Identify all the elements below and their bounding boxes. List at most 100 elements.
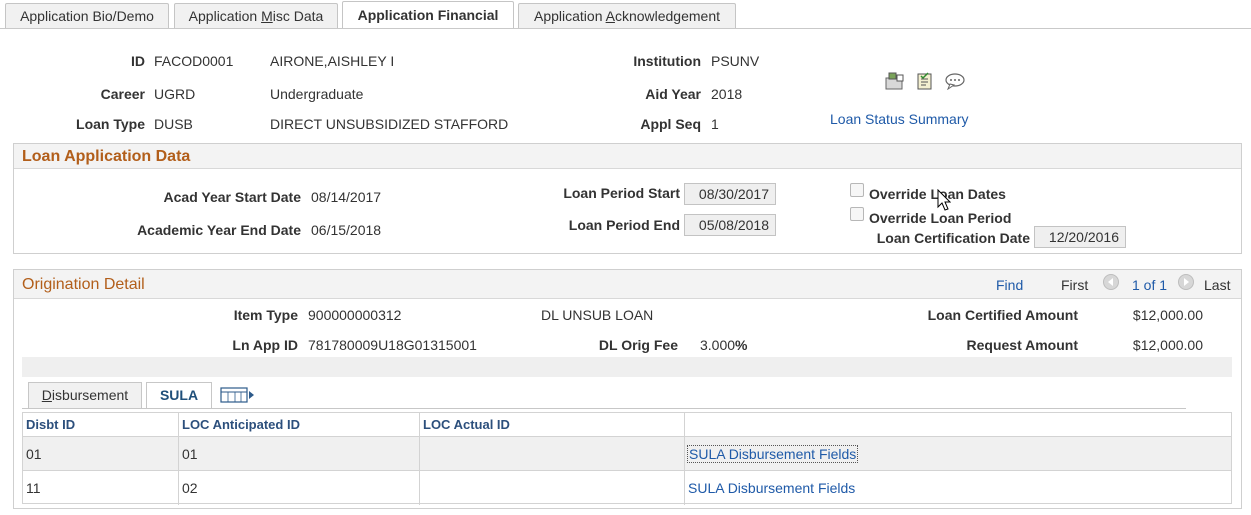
- orig-fee-unit: %: [735, 337, 748, 353]
- tab-misc-label-b: M: [261, 8, 273, 24]
- aid-year-label: Aid Year: [645, 86, 701, 102]
- loan-type-desc: DIRECT UNSUBSIDIZED STAFFORD: [270, 116, 509, 132]
- comment-icon[interactable]: [944, 72, 966, 90]
- pager-text: 1 of 1: [1132, 277, 1168, 293]
- sula-disbursement-fields-link[interactable]: SULA Disbursement Fields: [688, 480, 855, 496]
- career-desc: Undergraduate: [270, 86, 364, 102]
- tab-ack-label-a: Application: [533, 8, 606, 24]
- institution-label: Institution: [633, 53, 701, 69]
- cert-amount-label: Loan Certified Amount: [927, 307, 1078, 323]
- col-loc-anticipated-label: LOC Anticipated ID: [182, 417, 300, 432]
- item-type-desc: DL UNSUB LOAN: [541, 307, 654, 323]
- cell-disbt-id: 11: [23, 471, 179, 505]
- mouse-cursor-icon: [937, 189, 951, 211]
- page-tab-bar: Application Bio/Demo Application Misc Da…: [0, 0, 1251, 30]
- cell-loc-actual: [420, 471, 685, 505]
- cert-date-label: Loan Certification Date: [876, 230, 1030, 246]
- section-separator: [22, 357, 1232, 377]
- appl-seq-label: Appl Seq: [640, 116, 701, 132]
- period-start-label: Loan Period Start: [563, 185, 680, 201]
- tab-misc-label-c: isc Data: [272, 8, 324, 24]
- acad-start-label: Acad Year Start Date: [163, 189, 301, 205]
- tab-ack-label-b: A: [605, 8, 615, 24]
- request-amount-value: $12,000.00: [1132, 337, 1203, 353]
- loan-cert-date-field[interactable]: 12/20/2016: [1034, 226, 1126, 248]
- tab-acknowledgement[interactable]: Application Acknowledgement: [518, 3, 736, 29]
- show-all-columns-icon[interactable]: [220, 386, 256, 404]
- tab-financial[interactable]: Application Financial: [342, 1, 514, 29]
- table-row: 11 02 SULA Disbursement Fields: [23, 471, 1231, 505]
- col-disbt-id[interactable]: Disbt ID: [23, 413, 179, 436]
- orig-fee-label: DL Orig Fee: [598, 337, 678, 353]
- subtab-baseline: [22, 408, 1186, 409]
- appl-seq-value: 1: [711, 116, 719, 132]
- ln-app-id-label: Ln App ID: [232, 337, 298, 353]
- student-name: AIRONE,AISHLEY I: [270, 53, 395, 69]
- organizer-icon[interactable]: [885, 72, 905, 90]
- career-label: Career: [100, 86, 145, 102]
- override-loan-period-checkbox[interactable]: [850, 207, 864, 221]
- request-amount-label: Request Amount: [966, 337, 1078, 353]
- tab-bio-demo[interactable]: Application Bio/Demo: [5, 3, 169, 29]
- loan-period-end-field[interactable]: 05/08/2018: [684, 214, 776, 236]
- sula-grid: Disbt ID LOC Anticipated ID LOC Actual I…: [22, 412, 1232, 505]
- acad-start-value: 08/14/2017: [311, 189, 382, 205]
- last-label: Last: [1204, 277, 1231, 293]
- item-type-value: 900000000312: [308, 307, 402, 323]
- sula-disbursement-fields-link[interactable]: SULA Disbursement Fields: [687, 445, 859, 463]
- id-value: FACOD0001: [154, 53, 234, 69]
- orig-fee-value: 3.000%: [700, 337, 748, 353]
- cell-loc-actual: [420, 437, 685, 470]
- loan-application-title: Loan Application Data: [22, 148, 191, 165]
- subtab-sula-label: SULA: [159, 387, 199, 403]
- col-loc-anticipated-id[interactable]: LOC Anticipated ID: [179, 413, 420, 436]
- ln-app-id-value: 781780009U18G01315001: [308, 337, 477, 353]
- item-type-label: Item Type: [233, 307, 298, 323]
- cell-loc-anticipated: 01: [179, 437, 420, 470]
- loan-status-summary-link[interactable]: Loan Status Summary: [830, 111, 969, 127]
- cert-amount-value: $12,000.00: [1132, 307, 1203, 323]
- origination-detail-title: Origination Detail: [22, 276, 145, 293]
- institution-value: PSUNV: [711, 53, 760, 69]
- col-loc-actual-id[interactable]: LOC Actual ID: [420, 413, 685, 436]
- acad-end-value: 06/15/2018: [311, 222, 382, 238]
- tab-ack-label-c: cknowledgement: [614, 8, 720, 24]
- previous-row-button[interactable]: [1103, 274, 1119, 290]
- acad-end-label: Academic Year End Date: [137, 222, 301, 238]
- loan-period-start-field[interactable]: 08/30/2017: [684, 183, 776, 205]
- loan-type-value: DUSB: [154, 116, 193, 132]
- notepad-icon[interactable]: [916, 72, 934, 90]
- first-label: First: [1061, 277, 1089, 293]
- tab-bio-demo-label: Application Bio/Demo: [20, 8, 154, 24]
- col-loc-actual-label: LOC Actual ID: [423, 417, 510, 432]
- cell-loc-anticipated-text: 02: [182, 480, 198, 496]
- cell-loc-anticipated-text: 01: [182, 446, 198, 462]
- tab-baseline: [0, 28, 1251, 29]
- subtab-sula[interactable]: SULA: [146, 382, 212, 409]
- subtab-disbursement-label-b: isbursement: [51, 387, 129, 403]
- subtab-disbursement[interactable]: Disbursement: [28, 382, 142, 409]
- cell-disbt-id: 01: [23, 437, 179, 470]
- period-end-label: Loan Period End: [568, 217, 680, 233]
- arrow-right-icon: [1184, 278, 1189, 286]
- cell-disbt-id-text: 11: [26, 480, 41, 496]
- override-loan-dates-checkbox[interactable]: [850, 183, 864, 197]
- loan-type-label: Loan Type: [76, 116, 145, 132]
- arrow-left-icon: [1108, 278, 1113, 286]
- orig-fee-number: 3.000: [700, 337, 736, 353]
- subtab-disbursement-label-a: D: [41, 387, 52, 403]
- origination-detail-header: Origination Detail: [14, 270, 1241, 299]
- id-label: ID: [131, 53, 145, 69]
- career-value: UGRD: [154, 86, 196, 102]
- col-disbt-id-label: Disbt ID: [26, 417, 76, 432]
- find-link[interactable]: Find: [996, 277, 1023, 293]
- next-row-button[interactable]: [1178, 274, 1194, 290]
- cell-disbt-id-text: 01: [26, 446, 42, 462]
- table-row: 01 01 SULA Disbursement Fields: [23, 437, 1231, 471]
- loan-application-header: Loan Application Data: [14, 144, 1241, 169]
- cell-loc-anticipated: 02: [179, 471, 420, 505]
- grid-header: Disbt ID LOC Anticipated ID LOC Actual I…: [23, 413, 1231, 437]
- aid-year-value: 2018: [711, 86, 743, 102]
- tab-misc-data[interactable]: Application Misc Data: [174, 3, 338, 29]
- tab-financial-label: Application Financial: [357, 7, 499, 23]
